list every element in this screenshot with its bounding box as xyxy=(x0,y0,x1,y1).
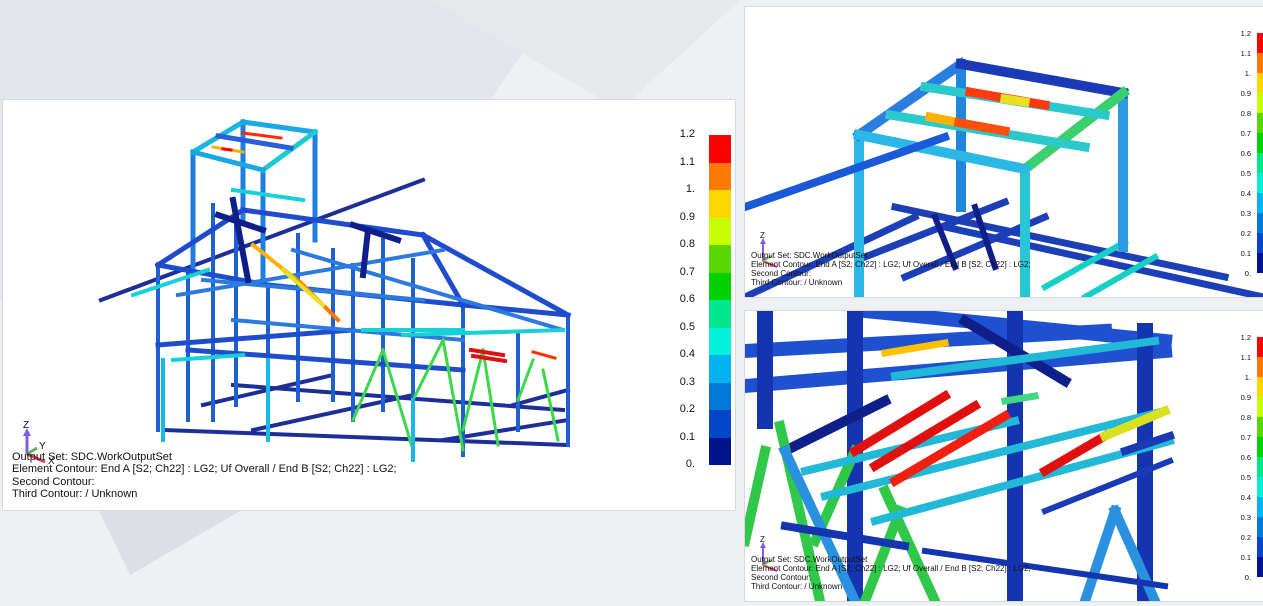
legend-tick-label: 0.3 xyxy=(1240,512,1251,522)
second-contour-label: Second Contour: xyxy=(12,475,95,488)
legend-color-band xyxy=(1257,437,1263,457)
legend-tick-label: 0.6 xyxy=(1240,148,1251,158)
legend-tick-label: 0.5 xyxy=(1240,168,1251,178)
legend-tick-label: 0.2 xyxy=(679,403,695,416)
legend-color-band xyxy=(1257,93,1263,113)
legend-tick-label: 0.1 xyxy=(1240,552,1251,562)
legend-tick-label: 0.7 xyxy=(1240,432,1251,442)
third-contour-label: Third Contour: / Unknown xyxy=(751,277,843,287)
legend-color-band xyxy=(1257,233,1263,253)
structure-model[interactable] xyxy=(3,100,735,510)
legend-tick-label: 1.2 xyxy=(1240,28,1251,38)
legend-tick-label: 1.1 xyxy=(679,155,695,168)
legend-color-band xyxy=(709,355,731,383)
legend-color-band xyxy=(1257,253,1263,273)
triad-z-label: Z xyxy=(760,231,765,240)
legend-color-band xyxy=(1257,113,1263,133)
triad-z-label: Z xyxy=(760,535,765,544)
legend-tick-label: 0.8 xyxy=(1240,412,1251,422)
legend-color-band xyxy=(1257,133,1263,153)
legend-color-band xyxy=(1257,337,1263,357)
legend-tick-label: 0. xyxy=(685,458,695,471)
legend-tick-label: 0.1 xyxy=(679,430,695,443)
legend-tick-label: 0.4 xyxy=(1240,492,1251,502)
third-contour-label: Third Contour: / Unknown xyxy=(751,581,843,591)
legend-tick-label: 0.8 xyxy=(679,238,695,251)
legend-color-band xyxy=(709,382,731,410)
legend-color-band xyxy=(1257,153,1263,173)
legend-tick-label: 1. xyxy=(1244,68,1251,78)
legend-color-band xyxy=(709,162,731,190)
legend-color-band xyxy=(1257,357,1263,377)
legend-color-band xyxy=(1257,457,1263,477)
legend-color-band xyxy=(1257,33,1263,53)
legend-tick-label: 0.9 xyxy=(1240,392,1251,402)
legend-color-band xyxy=(709,217,731,245)
legend-color-band xyxy=(1257,497,1263,517)
legend-color-band xyxy=(1257,73,1263,93)
legend-color-band xyxy=(1257,173,1263,193)
contour-info-top: Output Set: SDC.WorkOutputSet Element Co… xyxy=(751,251,1031,288)
legend-color-band xyxy=(1257,537,1263,557)
legend-tick-label: 1.1 xyxy=(1240,48,1251,58)
contour-info: Output Set: SDC.WorkOutputSet Element Co… xyxy=(12,451,397,500)
legend-color-band xyxy=(1257,477,1263,497)
legend-tick-label: 0.7 xyxy=(679,265,695,278)
legend-tick-label: 0.3 xyxy=(1240,208,1251,218)
legend-tick-label: 0. xyxy=(1244,268,1251,278)
legend-tick-label: 1.2 xyxy=(679,128,695,141)
legend-tick-label: 0.6 xyxy=(1240,452,1251,462)
legend-tick-label: 0.1 xyxy=(1240,248,1251,258)
legend-color-band xyxy=(709,190,731,218)
legend-tick-label: 0. xyxy=(1244,572,1251,582)
legend-tick-label: 0.2 xyxy=(1240,228,1251,238)
legend-tick-label: 0.3 xyxy=(679,375,695,388)
triad-z-label: Z xyxy=(23,420,29,431)
legend-color-band xyxy=(1257,517,1263,537)
detail-viewport-top[interactable]: Z Output Set: SDC.WorkOutputSet Element … xyxy=(744,6,1263,298)
legend-color-band xyxy=(1257,377,1263,397)
legend-color-band xyxy=(1257,397,1263,417)
legend-tick-label: 1.1 xyxy=(1240,352,1251,362)
legend-color-band xyxy=(709,272,731,300)
legend-color-band xyxy=(1257,53,1263,73)
element-contour-label: Element Contour: End A [S2; Ch22] : LG2;… xyxy=(12,463,397,476)
legend-color-band xyxy=(709,327,731,355)
legend-color-band xyxy=(709,437,731,465)
legend-tick-label: 0.2 xyxy=(1240,532,1251,542)
third-contour-label: Third Contour: / Unknown xyxy=(12,487,138,500)
legend-color-band xyxy=(709,135,731,163)
legend-color-band xyxy=(1257,557,1263,577)
legend-color-band xyxy=(709,410,731,438)
legend-tick-label: 0.4 xyxy=(679,348,695,361)
detail-viewport-bottom[interactable]: Z Output Set: SDC.WorkOutputSet Element … xyxy=(744,310,1263,602)
legend-color-band xyxy=(1257,193,1263,213)
main-viewport[interactable]: Z Y X Output Set: SDC.WorkOutputSet Elem… xyxy=(2,99,736,511)
output-set-label: Output Set: SDC.WorkOutputSet xyxy=(12,451,172,463)
legend-tick-label: 1.2 xyxy=(1240,332,1251,342)
legend-tick-label: 0.8 xyxy=(1240,108,1251,118)
legend-color-band xyxy=(709,300,731,328)
legend-color-band xyxy=(1257,417,1263,437)
legend-tick-label: 0.6 xyxy=(679,293,695,306)
legend-tick-label: 0.5 xyxy=(679,320,695,333)
legend-tick-label: 1. xyxy=(685,183,695,196)
legend-tick-label: 0.7 xyxy=(1240,128,1251,138)
legend-tick-label: 0.9 xyxy=(1240,88,1251,98)
contour-info-bottom: Output Set: SDC.WorkOutputSet Element Co… xyxy=(751,555,1031,592)
legend-tick-label: 1. xyxy=(1244,372,1251,382)
legend-tick-label: 0.5 xyxy=(1240,472,1251,482)
legend-color-band xyxy=(1257,213,1263,233)
legend-tick-label: 0.4 xyxy=(1240,188,1251,198)
legend-tick-label: 0.9 xyxy=(679,210,695,223)
legend-color-band xyxy=(709,245,731,273)
